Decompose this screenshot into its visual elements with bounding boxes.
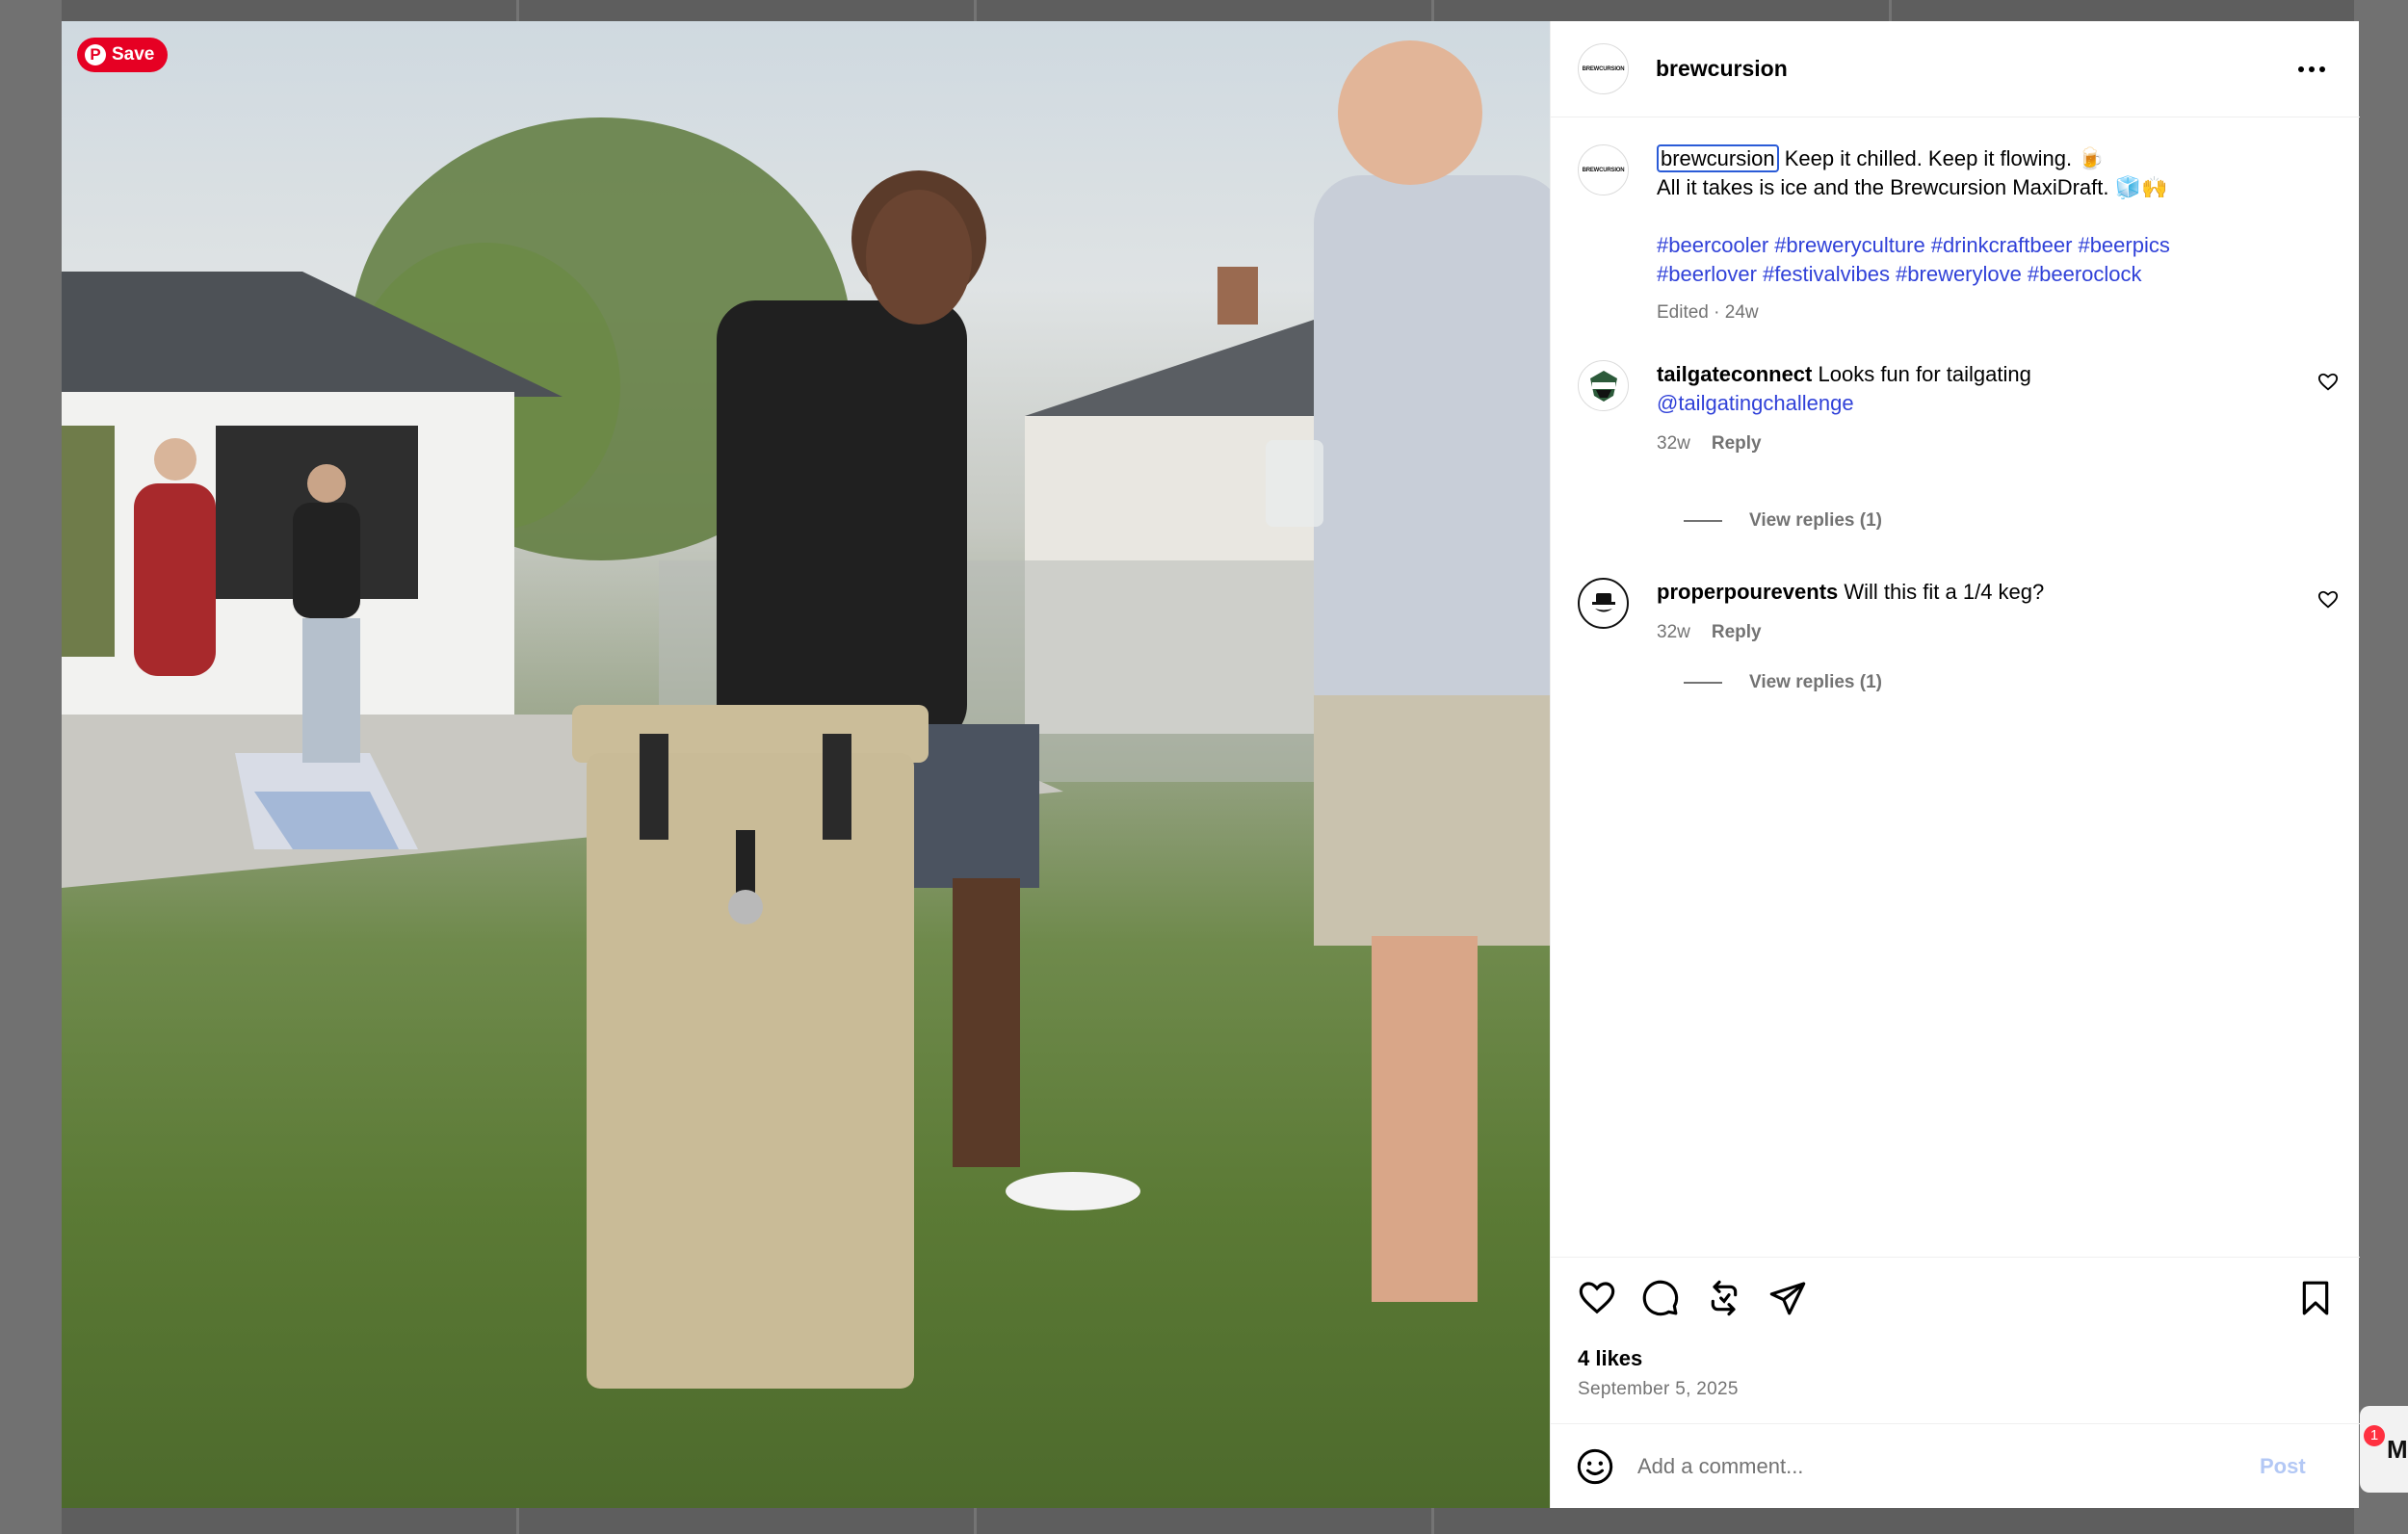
post-photo[interactable]: P Save bbox=[62, 21, 1550, 1508]
comment-input[interactable] bbox=[1637, 1453, 2254, 1479]
author-username[interactable]: brewcursion bbox=[1656, 56, 1788, 82]
hashtag[interactable]: #beerlover bbox=[1657, 262, 1757, 286]
pinterest-save-button[interactable]: P Save bbox=[77, 38, 169, 72]
view-replies-button[interactable]: View replies (1) bbox=[1684, 672, 1882, 693]
comment-mention[interactable]: @tailgatingchallenge bbox=[1657, 389, 2273, 418]
replies-divider bbox=[1684, 520, 1722, 522]
pinterest-logo-icon: P bbox=[85, 44, 106, 65]
view-replies-label: View replies (1) bbox=[1749, 672, 1882, 692]
caption-username[interactable]: brewcursion bbox=[1657, 144, 1779, 172]
caption-avatar-text: BREWCURSION bbox=[1582, 167, 1625, 173]
hashtag[interactable]: #drinkcraftbeer bbox=[1931, 233, 2073, 257]
likes-count[interactable]: 4 likes bbox=[1578, 1346, 1642, 1371]
emoji-icon[interactable] bbox=[1576, 1447, 1614, 1486]
caption-line-2: All it takes is ice and the Brewcursion … bbox=[1657, 175, 2168, 199]
comment-text: tailgateconnect Looks fun for tailgating… bbox=[1657, 360, 2273, 458]
like-comment-icon[interactable] bbox=[2317, 372, 2339, 393]
view-replies-button[interactable]: View replies (1) bbox=[1684, 510, 1882, 532]
view-replies-label: View replies (1) bbox=[1749, 510, 1882, 531]
save-label: Save bbox=[112, 44, 155, 65]
messages-tab[interactable]: 1 M bbox=[2360, 1406, 2408, 1493]
comment-age: 32w bbox=[1657, 433, 1690, 454]
share-icon[interactable] bbox=[1768, 1279, 1807, 1317]
hashtag[interactable]: #brewerylove bbox=[1896, 262, 2022, 286]
comment-icon[interactable] bbox=[1641, 1279, 1680, 1317]
like-comment-icon[interactable] bbox=[2317, 589, 2339, 611]
comment-meta: 32w Reply bbox=[1657, 429, 2273, 458]
action-icons bbox=[1578, 1279, 1807, 1317]
post-actions: 4 likes September 5, 2025 bbox=[1551, 1257, 2360, 1444]
author-avatar[interactable]: BREWCURSION bbox=[1578, 43, 1629, 94]
hashtag-list: #beercooler #breweryculture #drinkcraftbee… bbox=[1657, 231, 2331, 289]
comment-age: 32w bbox=[1657, 622, 1690, 642]
post-comment-button[interactable]: Post bbox=[2260, 1454, 2306, 1479]
notification-badge: 1 bbox=[2364, 1425, 2385, 1446]
author-avatar-text: BREWCURSION bbox=[1582, 65, 1625, 72]
post-header: BREWCURSION brewcursion bbox=[1551, 21, 2360, 117]
commenter-avatar[interactable] bbox=[1578, 578, 1629, 629]
background-feed-bottom bbox=[62, 1508, 2354, 1534]
hashtag[interactable]: #breweryculture bbox=[1774, 233, 1925, 257]
post-date: September 5, 2025 bbox=[1578, 1379, 1739, 1399]
background-feed-top bbox=[62, 0, 2354, 21]
commenter-avatar[interactable] bbox=[1578, 360, 1629, 411]
caption-line-1: Keep it chilled. Keep it flowing. 🍺 bbox=[1784, 146, 2105, 170]
bookmark-icon[interactable] bbox=[2296, 1279, 2335, 1317]
proper-pour-logo-icon bbox=[1591, 592, 1615, 611]
caption-text: brewcursion Keep it chilled. Keep it flo… bbox=[1657, 144, 2331, 327]
add-comment-bar: Post bbox=[1551, 1423, 2360, 1508]
reply-button[interactable]: Reply bbox=[1712, 429, 1762, 458]
hashtag[interactable]: #beeroclock bbox=[2028, 262, 2142, 286]
more-options-icon[interactable] bbox=[2298, 56, 2331, 83]
caption-avatar[interactable]: BREWCURSION bbox=[1578, 144, 1629, 195]
comment-text: properpourevents Will this fit a 1/4 keg… bbox=[1657, 578, 2273, 647]
comment-meta: 32w Reply bbox=[1657, 618, 2273, 647]
repost-icon[interactable] bbox=[1705, 1279, 1743, 1317]
hashtag[interactable]: #beercooler bbox=[1657, 233, 1768, 257]
post-modal: P Save BREWCURSION brewcursion BREWCURSI… bbox=[62, 21, 2360, 1508]
messages-label: M bbox=[2387, 1435, 2408, 1464]
photo-illustration bbox=[62, 40, 1550, 1389]
comments-section[interactable]: BREWCURSION brewcursion Keep it chilled.… bbox=[1551, 117, 2360, 1254]
reply-button[interactable]: Reply bbox=[1712, 618, 1762, 647]
comment-message: Will this fit a 1/4 keg? bbox=[1844, 580, 2045, 604]
tailgate-logo-icon bbox=[1589, 370, 1617, 402]
comment-message: Looks fun for tailgating bbox=[1818, 362, 2031, 386]
post-side-panel: BREWCURSION brewcursion BREWCURSION brew… bbox=[1550, 21, 2360, 1508]
caption-meta: Edited · 24w bbox=[1657, 302, 1759, 323]
replies-divider bbox=[1684, 682, 1722, 684]
comment-username[interactable]: properpourevents bbox=[1657, 580, 1838, 604]
hashtag[interactable]: #festivalvibes bbox=[1763, 262, 1890, 286]
hashtag[interactable]: #beerpics bbox=[2078, 233, 2169, 257]
heart-icon[interactable] bbox=[1578, 1279, 1616, 1317]
comment-username[interactable]: tailgateconnect bbox=[1657, 362, 1812, 386]
